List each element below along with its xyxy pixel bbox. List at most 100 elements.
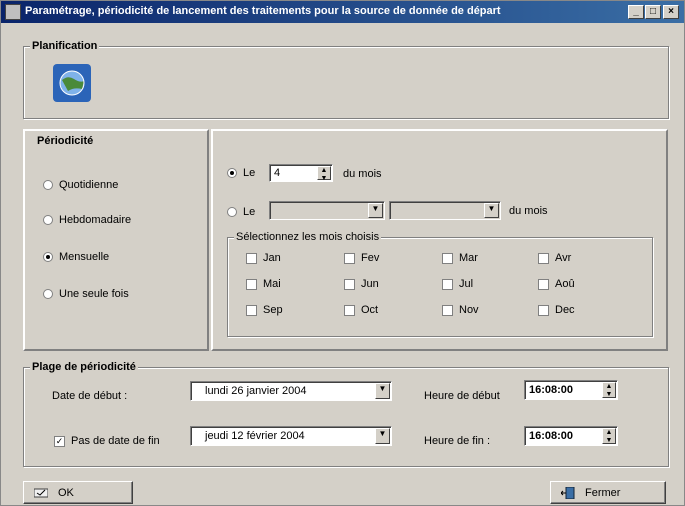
month-label: Jul (459, 278, 474, 290)
weekday-select[interactable]: ▼ (389, 201, 501, 220)
chevron-down-icon[interactable]: ▼ (375, 383, 390, 399)
checkbox-box[interactable] (344, 304, 355, 316)
date-debut-value: lundi 26 janvier 2004 (205, 385, 307, 397)
radio-une-seule-fois[interactable]: Une seule fois (43, 288, 129, 300)
spin-arrows-icon[interactable]: ▲ ▼ (317, 166, 331, 182)
planification-group: Planification (23, 40, 669, 119)
globe-icon[interactable] (52, 63, 92, 103)
month-label: Fev (361, 252, 380, 264)
radio-label: Mensuelle (59, 251, 110, 263)
heure-fin-label: Heure de fin : (424, 435, 491, 447)
check-icon[interactable]: ✓ (54, 435, 65, 447)
ok-button[interactable]: OK (23, 481, 133, 504)
checkbox-box[interactable] (442, 278, 453, 290)
radio-dot[interactable] (227, 207, 237, 217)
close-button[interactable]: × (663, 5, 679, 19)
radio-dot[interactable] (227, 168, 237, 178)
radio-dot[interactable] (43, 289, 53, 299)
checkbox-box[interactable] (442, 252, 453, 264)
date-fin-value: jeudi 12 février 2004 (205, 430, 305, 442)
month-label: Nov (459, 304, 479, 316)
month-checkbox-oct[interactable]: Oct (344, 304, 378, 316)
month-checkbox-mai[interactable]: Mai (246, 278, 281, 290)
checkbox-box[interactable] (344, 252, 355, 264)
periodicite-legend: Périodicité (35, 135, 96, 147)
month-checkbox-jan[interactable]: Jan (246, 252, 281, 264)
spin-arrows-icon[interactable]: ▲ ▼ (602, 428, 616, 444)
planification-legend: Planification (30, 40, 100, 52)
date-debut-picker[interactable]: lundi 26 janvier 2004 ▼ (190, 381, 392, 401)
month-checkbox-avr[interactable]: Avr (538, 252, 571, 264)
heure-debut-label: Heure de début (424, 390, 500, 402)
heure-fin-value: 16:08:00 (529, 430, 574, 442)
door-exit-icon (561, 486, 575, 499)
checkbox-box[interactable] (538, 252, 549, 264)
date-fin-picker[interactable]: jeudi 12 février 2004 ▼ (190, 426, 392, 446)
radio-label: Hebdomadaire (59, 214, 132, 226)
radio-dot[interactable] (43, 252, 53, 262)
month-checkbox-mar[interactable]: Mar (442, 252, 478, 264)
months-group: Sélectionnez les mois choisis Jan Fev Ma… (227, 231, 653, 337)
periodicite-panel: Périodicité Quotidienne Hebdomadaire Men… (23, 129, 209, 351)
checkbox-box[interactable] (538, 278, 549, 290)
chevron-down-icon[interactable]: ▼ (484, 203, 499, 218)
mensuel-panel: Le 4 ▲ ▼ du mois Le ▼ ▼ du mois Sélection… (211, 129, 668, 351)
fermer-button[interactable]: Fermer (550, 481, 666, 504)
month-checkbox-aou[interactable]: Aoû (538, 278, 575, 290)
checkbox-box[interactable] (442, 304, 453, 316)
month-label: Jun (361, 278, 379, 290)
spin-arrows-icon[interactable]: ▲ ▼ (602, 382, 616, 398)
radio-dot[interactable] (43, 215, 53, 225)
checkbox-box[interactable] (246, 278, 257, 290)
radio-label: Quotidienne (59, 179, 119, 191)
date-debut-label: Date de début : (52, 390, 128, 402)
le-label: Le (243, 167, 256, 179)
ok-icon (34, 488, 48, 497)
window-title: Paramétrage, périodicité de lancement de… (25, 5, 501, 17)
checkbox-box[interactable] (538, 304, 549, 316)
title-bar[interactable]: Paramétrage, périodicité de lancement de… (1, 1, 684, 23)
months-legend: Sélectionnez les mois choisis (234, 231, 382, 243)
le2-label: Le (243, 206, 256, 218)
fermer-label: Fermer (585, 486, 621, 499)
month-checkbox-jun[interactable]: Jun (344, 278, 379, 290)
month-label: Sep (263, 304, 283, 316)
month-checkbox-sep[interactable]: Sep (246, 304, 283, 316)
radio-label: Une seule fois (59, 288, 129, 300)
month-label: Jan (263, 252, 281, 264)
radio-quotidienne[interactable]: Quotidienne (43, 179, 118, 191)
plage-group: Plage de périodicité Date de début : lun… (23, 361, 669, 467)
radio-dot[interactable] (43, 180, 53, 190)
window-app-icon (5, 4, 21, 20)
month-checkbox-nov[interactable]: Nov (442, 304, 479, 316)
month-checkbox-jul[interactable]: Jul (442, 278, 473, 290)
chevron-down-icon[interactable]: ▼ (375, 428, 390, 444)
checkbox-box[interactable] (246, 304, 257, 316)
month-label: Mai (263, 278, 281, 290)
month-label: Avr (555, 252, 572, 264)
radio-le-day[interactable]: Le (227, 167, 255, 179)
month-label: Dec (555, 304, 575, 316)
ok-label: OK (58, 486, 74, 499)
ordinal-select[interactable]: ▼ (269, 201, 385, 220)
du-mois2-label: du mois (509, 205, 548, 217)
checkbox-box[interactable] (246, 252, 257, 264)
radio-le-weekday[interactable]: Le (227, 206, 255, 218)
heure-debut-stepper[interactable]: 16:08:00 ▲ ▼ (524, 380, 618, 400)
month-checkbox-fev[interactable]: Fev (344, 252, 379, 264)
month-label: Aoû (555, 278, 575, 290)
plage-legend: Plage de périodicité (30, 361, 138, 373)
pas-date-fin-checkbox[interactable]: ✓ Pas de date de fin (54, 435, 160, 447)
heure-fin-stepper[interactable]: 16:08:00 ▲ ▼ (524, 426, 618, 446)
day-stepper[interactable]: 4 ▲ ▼ (269, 164, 333, 182)
radio-mensuelle[interactable]: Mensuelle (43, 251, 109, 263)
month-label: Oct (361, 304, 379, 316)
du-mois-label: du mois (343, 168, 382, 180)
month-checkbox-dec[interactable]: Dec (538, 304, 575, 316)
maximize-button[interactable]: □ (645, 5, 661, 19)
chevron-down-icon[interactable]: ▼ (368, 203, 383, 218)
checkbox-box[interactable] (344, 278, 355, 290)
minimize-button[interactable]: _ (628, 5, 644, 19)
radio-hebdomadaire[interactable]: Hebdomadaire (43, 214, 131, 226)
dialog-window: Paramétrage, périodicité de lancement de… (0, 0, 685, 506)
